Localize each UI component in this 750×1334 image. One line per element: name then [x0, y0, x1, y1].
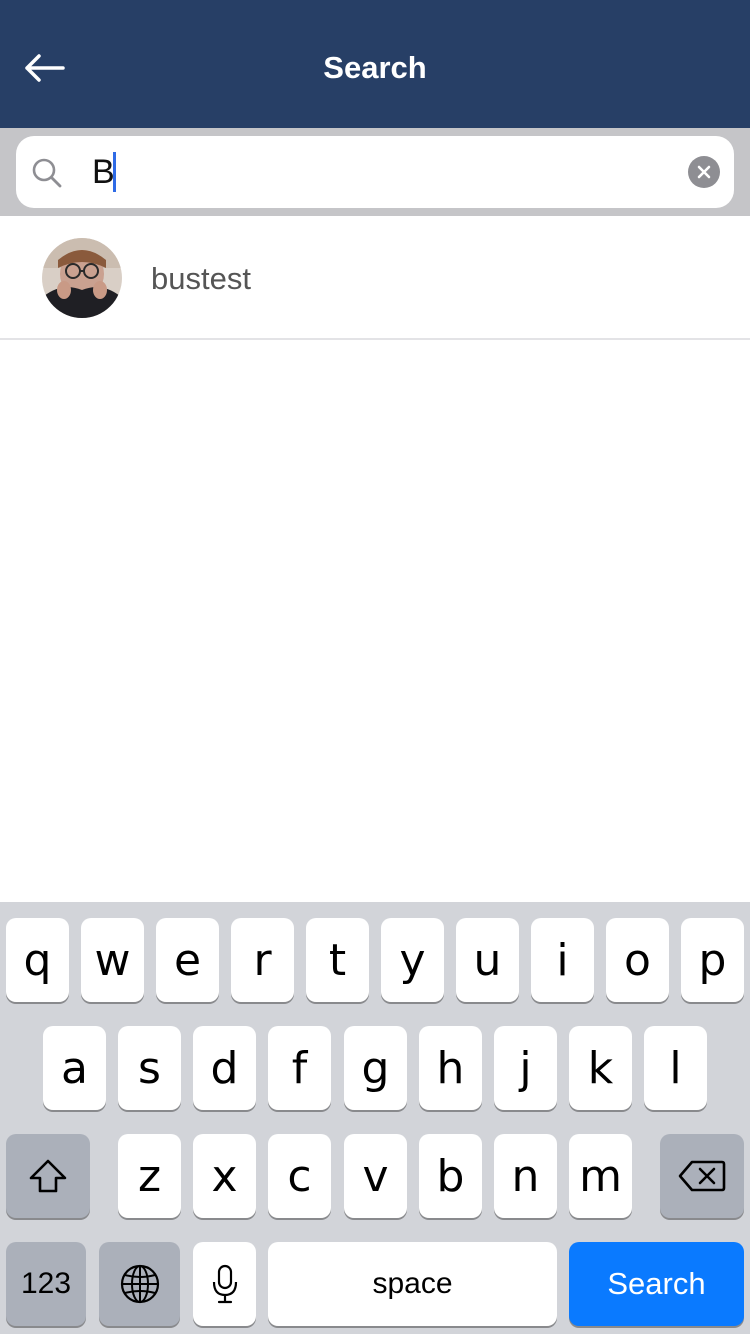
search-box[interactable] — [16, 136, 734, 208]
key-v[interactable]: v — [344, 1134, 407, 1218]
key-y[interactable]: y — [381, 918, 444, 1002]
shift-key[interactable] — [6, 1134, 90, 1218]
key-n[interactable]: n — [494, 1134, 557, 1218]
shift-icon — [29, 1159, 67, 1193]
key-m[interactable]: m — [569, 1134, 632, 1218]
search-input[interactable] — [92, 146, 692, 198]
result-username: bustest — [151, 261, 251, 296]
key-p[interactable]: p — [681, 918, 744, 1002]
clear-icon — [697, 165, 711, 179]
backspace-icon — [678, 1160, 726, 1192]
search-icon — [32, 158, 62, 188]
key-q[interactable]: q — [6, 918, 69, 1002]
key-i[interactable]: i — [531, 918, 594, 1002]
space-key[interactable]: space — [268, 1242, 557, 1326]
key-o[interactable]: o — [606, 918, 669, 1002]
key-h[interactable]: h — [419, 1026, 482, 1110]
key-j[interactable]: j — [494, 1026, 557, 1110]
key-l[interactable]: l — [644, 1026, 707, 1110]
search-key[interactable]: Search — [569, 1242, 744, 1326]
numbers-key[interactable]: 123 — [6, 1242, 86, 1326]
key-e[interactable]: e — [156, 918, 219, 1002]
key-x[interactable]: x — [193, 1134, 256, 1218]
key-d[interactable]: d — [193, 1026, 256, 1110]
page-title: Search — [323, 50, 427, 85]
key-k[interactable]: k — [569, 1026, 632, 1110]
top-nav-bar: Search — [0, 0, 750, 128]
key-r[interactable]: r — [231, 918, 294, 1002]
key-z[interactable]: z — [118, 1134, 181, 1218]
clear-search-button[interactable] — [688, 156, 720, 188]
list-item[interactable]: bustest — [0, 218, 750, 340]
key-a[interactable]: a — [43, 1026, 106, 1110]
key-b[interactable]: b — [419, 1134, 482, 1218]
backspace-key[interactable] — [660, 1134, 744, 1218]
key-t[interactable]: t — [306, 918, 369, 1002]
on-screen-keyboard: q w e r t y u i o p a s d f g h j k l z … — [0, 902, 750, 1334]
globe-key[interactable] — [99, 1242, 180, 1326]
key-u[interactable]: u — [456, 918, 519, 1002]
key-w[interactable]: w — [81, 918, 144, 1002]
avatar — [42, 238, 122, 318]
key-c[interactable]: c — [268, 1134, 331, 1218]
microphone-icon — [212, 1264, 237, 1304]
key-s[interactable]: s — [118, 1026, 181, 1110]
microphone-key[interactable] — [193, 1242, 256, 1326]
key-g[interactable]: g — [344, 1026, 407, 1110]
text-cursor — [113, 152, 116, 192]
globe-icon — [120, 1264, 159, 1304]
key-f[interactable]: f — [268, 1026, 331, 1110]
search-bar-container — [0, 128, 750, 216]
